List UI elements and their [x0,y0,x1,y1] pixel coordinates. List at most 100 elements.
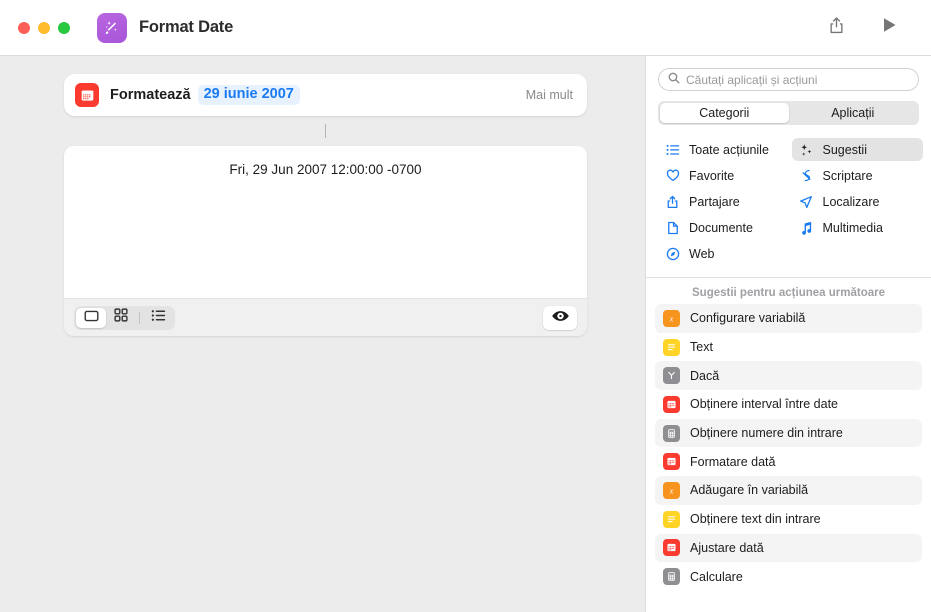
list-icon [151,309,166,327]
list-item[interactable]: Obținere text din intrare [655,505,922,534]
shortcut-canvas: Formatează 29 iunie 2007 Mai mult Fri, 2… [0,56,645,612]
list-item[interactable]: x Configurare variabilă [655,304,922,333]
suggestions-header: Sugestii pentru acțiunea următoare [646,278,931,304]
grid-view-button[interactable] [106,308,136,328]
calculator-icon [663,425,680,442]
rectangle-icon [84,309,99,327]
search-container [646,56,931,91]
safari-compass-icon [665,246,680,261]
category-label: Toate acțiunile [689,143,769,157]
category-scriptare[interactable]: Scriptare [792,164,924,187]
preview-body: Fri, 29 Jun 2007 12:00:00 -0700 [64,146,587,298]
list-item-label: Ajustare dată [690,541,764,555]
list-item-label: Formatare dată [690,455,775,469]
library-tabs[interactable]: Categorii Aplicații [658,101,919,125]
category-web[interactable]: Web [658,242,790,265]
date-token[interactable]: 29 iunie 2007 [198,85,300,105]
list-item-label: Obținere text din intrare [690,512,821,526]
list-item[interactable]: Dacă [655,361,922,390]
action-connector [325,124,326,138]
page-title: Format Date [139,18,233,37]
location-arrow-icon [799,194,814,209]
svg-text:x: x [669,486,674,495]
single-view-button[interactable] [76,308,106,328]
list-item[interactable]: Obținere interval între date [655,390,922,419]
grid-icon [114,308,128,327]
list-item-label: Obținere interval între date [690,397,838,411]
calendar-icon [663,539,680,556]
category-favorite[interactable]: Favorite [658,164,790,187]
document-icon [665,220,680,235]
share-button[interactable] [819,13,853,43]
svg-text:x: x [669,314,674,323]
close-button[interactable] [18,22,30,34]
traffic-lights [18,22,70,34]
category-label: Sugestii [823,143,867,157]
category-localizare[interactable]: Localizare [792,190,924,213]
window-body: Formatează 29 iunie 2007 Mai mult Fri, 2… [0,56,931,612]
category-grid: Toate acțiunile Sugestii [646,138,931,278]
category-documente[interactable]: Documente [658,216,790,239]
list-item-label: Configurare variabilă [690,311,805,325]
category-multimedia[interactable]: Multimedia [792,216,924,239]
category-sugestii[interactable]: Sugestii [792,138,924,161]
text-icon [663,511,680,528]
category-label: Partajare [689,195,740,209]
music-note-icon [799,220,814,235]
minimize-button[interactable] [38,22,50,34]
zoom-button[interactable] [58,22,70,34]
variable-icon: x [663,310,680,327]
result-preview-card: Fri, 29 Jun 2007 12:00:00 -0700 [64,146,587,336]
calendar-icon [75,83,99,107]
category-label: Localizare [823,195,880,209]
action-more-button[interactable]: Mai mult [526,88,573,102]
text-icon [663,339,680,356]
category-label: Multimedia [823,221,883,235]
list-item-label: Dacă [690,369,719,383]
preview-toolbar [64,298,587,336]
script-icon [799,168,814,183]
suggestions-list: x Configurare variabilă Text [646,304,931,612]
action-card-format-date[interactable]: Formatează 29 iunie 2007 Mai mult [64,74,587,116]
list-item-label: Text [690,340,713,354]
calculator-icon [663,568,680,585]
titlebar: Format Date [0,0,931,56]
search-box[interactable] [658,68,919,91]
list-item-label: Obținere numere din intrare [690,426,843,440]
list-bullet-icon [665,142,680,157]
tab-aplicatii[interactable]: Aplicații [789,103,918,123]
shortcuts-window: Format Date [0,0,931,612]
run-button[interactable] [873,13,907,43]
list-item[interactable]: Ajustare dată [655,534,922,563]
segment-divider [139,312,140,324]
search-icon [668,71,680,89]
view-mode-segmented-control[interactable] [74,306,175,330]
eye-icon [552,309,569,327]
list-item[interactable]: Text [655,333,922,362]
calendar-icon [663,453,680,470]
category-label: Scriptare [823,169,873,183]
list-item-label: Adăugare în variabilă [690,483,808,497]
preview-result-text: Fri, 29 Jun 2007 12:00:00 -0700 [64,162,587,177]
category-label: Documente [689,221,753,235]
tab-categorii[interactable]: Categorii [660,103,789,123]
sparkles-icon [799,142,814,157]
category-label: Favorite [689,169,734,183]
list-item[interactable]: Formatare dată [655,447,922,476]
preview-toggle-button[interactable] [543,306,577,330]
list-item[interactable]: Obținere numere din intrare [655,419,922,448]
heart-icon [665,168,680,183]
magic-wand-icon [97,13,127,43]
if-icon [663,367,680,384]
category-toate-actiunile[interactable]: Toate acțiunile [658,138,790,161]
variable-icon: x [663,482,680,499]
list-item[interactable]: x Adăugare în variabilă [655,476,922,505]
category-partajare[interactable]: Partajare [658,190,790,213]
list-view-button[interactable] [143,308,173,328]
play-icon [883,17,897,38]
action-title: Formatează [110,87,191,103]
share-icon [665,194,680,209]
list-item[interactable]: Calculare [655,562,922,591]
search-input[interactable] [686,73,909,87]
action-library-sidebar: Categorii Aplicații Toate acțiunile [645,56,931,612]
